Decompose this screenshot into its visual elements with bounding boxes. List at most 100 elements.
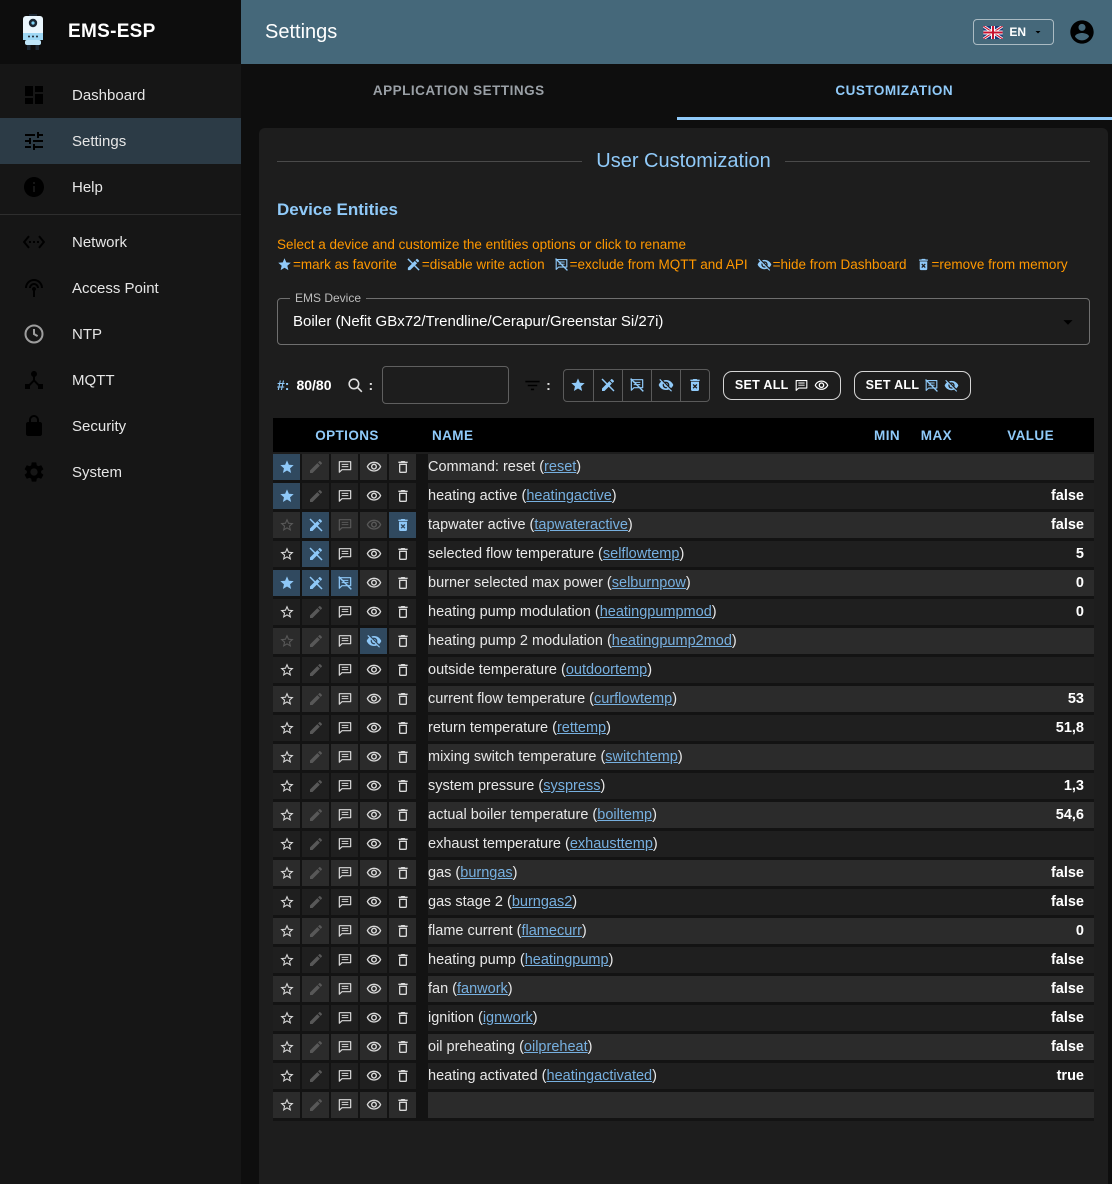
write-toggle[interactable]	[302, 570, 329, 596]
entity-code-link[interactable]: selflowtemp	[603, 546, 680, 562]
entity-code-link[interactable]: ignwork	[483, 1010, 533, 1026]
write-toggle[interactable]	[302, 715, 329, 741]
entity-name[interactable]: tapwater active (tapwateractive)	[428, 512, 854, 538]
tab-application-settings[interactable]: APPLICATION SETTINGS	[241, 64, 677, 120]
delete-toggle[interactable]	[389, 657, 416, 683]
mqtt-toggle[interactable]	[331, 918, 358, 944]
visibility-toggle[interactable]	[360, 599, 387, 625]
sidebar-item-system[interactable]: System	[0, 449, 241, 495]
write-toggle[interactable]	[302, 1092, 329, 1118]
entity-code-link[interactable]: reset	[544, 459, 576, 475]
entity-code-link[interactable]: oilpreheat	[524, 1039, 588, 1055]
entity-code-link[interactable]: heatingpumpmod	[600, 604, 712, 620]
mqtt-toggle[interactable]	[331, 657, 358, 683]
sidebar-item-dashboard[interactable]: Dashboard	[0, 72, 241, 118]
sidebar-item-settings[interactable]: Settings	[0, 118, 241, 164]
entity-code-link[interactable]: heatingpump2mod	[612, 633, 732, 649]
mqtt-toggle[interactable]	[331, 1092, 358, 1118]
search-input[interactable]	[382, 366, 509, 404]
visibility-toggle[interactable]	[360, 744, 387, 770]
delete-toggle[interactable]	[389, 599, 416, 625]
entity-name[interactable]: outside temperature (outdoortemp)	[428, 657, 854, 683]
favorite-toggle[interactable]	[273, 512, 300, 538]
mqtt-toggle[interactable]	[331, 715, 358, 741]
entity-name[interactable]: heating pump (heatingpump)	[428, 947, 854, 973]
visibility-toggle[interactable]	[360, 454, 387, 480]
favorite-toggle[interactable]	[273, 570, 300, 596]
visibility-toggle[interactable]	[360, 657, 387, 683]
entity-name[interactable]: heating activated (heatingactivated)	[428, 1063, 854, 1089]
delete-toggle[interactable]	[389, 483, 416, 509]
sidebar-item-ntp[interactable]: NTP	[0, 311, 241, 357]
set-all-hide-button[interactable]: SET ALL	[854, 371, 972, 400]
delete-toggle[interactable]	[389, 628, 416, 654]
mqtt-toggle[interactable]	[331, 1005, 358, 1031]
entity-code-link[interactable]: tapwateractive	[534, 517, 628, 533]
mqtt-toggle[interactable]	[331, 512, 358, 538]
entity-name[interactable]: oil preheating (oilpreheat)	[428, 1034, 854, 1060]
delete-toggle[interactable]	[389, 541, 416, 567]
entity-code-link[interactable]: selburnpow	[612, 575, 686, 591]
write-toggle[interactable]	[302, 1005, 329, 1031]
visibility-toggle[interactable]	[360, 512, 387, 538]
entity-code-link[interactable]: exhausttemp	[570, 836, 653, 852]
visibility-toggle[interactable]	[360, 1005, 387, 1031]
mqtt-toggle[interactable]	[331, 541, 358, 567]
write-toggle[interactable]	[302, 947, 329, 973]
favorite-toggle[interactable]	[273, 773, 300, 799]
entity-code-link[interactable]: heatingactivated	[547, 1068, 653, 1084]
entity-name[interactable]: gas stage 2 (burngas2)	[428, 889, 854, 915]
entity-name[interactable]: ignition (ignwork)	[428, 1005, 854, 1031]
mqtt-toggle[interactable]	[331, 947, 358, 973]
sidebar-item-help[interactable]: Help	[0, 164, 241, 210]
mqtt-toggle[interactable]	[331, 1063, 358, 1089]
visibility-toggle[interactable]	[360, 1063, 387, 1089]
entity-name[interactable]: actual boiler temperature (boiltemp)	[428, 802, 854, 828]
entity-name[interactable]	[428, 1092, 854, 1118]
language-selector[interactable]: EN	[973, 19, 1054, 45]
delete-toggle[interactable]	[389, 454, 416, 480]
mqtt-toggle[interactable]	[331, 483, 358, 509]
visibility-toggle[interactable]	[360, 686, 387, 712]
write-toggle[interactable]	[302, 483, 329, 509]
favorite-toggle[interactable]	[273, 454, 300, 480]
entity-name[interactable]: fan (fanwork)	[428, 976, 854, 1002]
entity-code-link[interactable]: rettemp	[557, 720, 606, 736]
visibility-toggle[interactable]	[360, 889, 387, 915]
visibility-toggle[interactable]	[360, 802, 387, 828]
favorite-toggle[interactable]	[273, 744, 300, 770]
favorite-toggle[interactable]	[273, 947, 300, 973]
delete-toggle[interactable]	[389, 773, 416, 799]
entity-name[interactable]: burner selected max power (selburnpow)	[428, 570, 854, 596]
visibility-toggle[interactable]	[360, 570, 387, 596]
entity-code-link[interactable]: flamecurr	[521, 923, 581, 939]
favorite-toggle[interactable]	[273, 657, 300, 683]
mqtt-toggle[interactable]	[331, 773, 358, 799]
write-toggle[interactable]	[302, 976, 329, 1002]
entity-name[interactable]: Command: reset (reset)	[428, 454, 854, 480]
filter-remove-button[interactable]	[680, 370, 709, 401]
entity-code-link[interactable]: heatingpump	[525, 952, 609, 968]
favorite-toggle[interactable]	[273, 1063, 300, 1089]
write-toggle[interactable]	[302, 454, 329, 480]
write-toggle[interactable]	[302, 802, 329, 828]
visibility-toggle[interactable]	[360, 976, 387, 1002]
entity-code-link[interactable]: switchtemp	[605, 749, 678, 765]
delete-toggle[interactable]	[389, 860, 416, 886]
mqtt-toggle[interactable]	[331, 802, 358, 828]
delete-toggle[interactable]	[389, 1063, 416, 1089]
filter-hide-button[interactable]	[651, 370, 680, 401]
write-toggle[interactable]	[302, 889, 329, 915]
write-toggle[interactable]	[302, 599, 329, 625]
visibility-toggle[interactable]	[360, 918, 387, 944]
write-toggle[interactable]	[302, 686, 329, 712]
delete-toggle[interactable]	[389, 947, 416, 973]
mqtt-toggle[interactable]	[331, 744, 358, 770]
visibility-toggle[interactable]	[360, 831, 387, 857]
entity-code-link[interactable]: outdoortemp	[566, 662, 647, 678]
favorite-toggle[interactable]	[273, 802, 300, 828]
mqtt-toggle[interactable]	[331, 889, 358, 915]
delete-toggle[interactable]	[389, 976, 416, 1002]
account-icon[interactable]	[1068, 18, 1096, 46]
entity-name[interactable]: flame current (flamecurr)	[428, 918, 854, 944]
